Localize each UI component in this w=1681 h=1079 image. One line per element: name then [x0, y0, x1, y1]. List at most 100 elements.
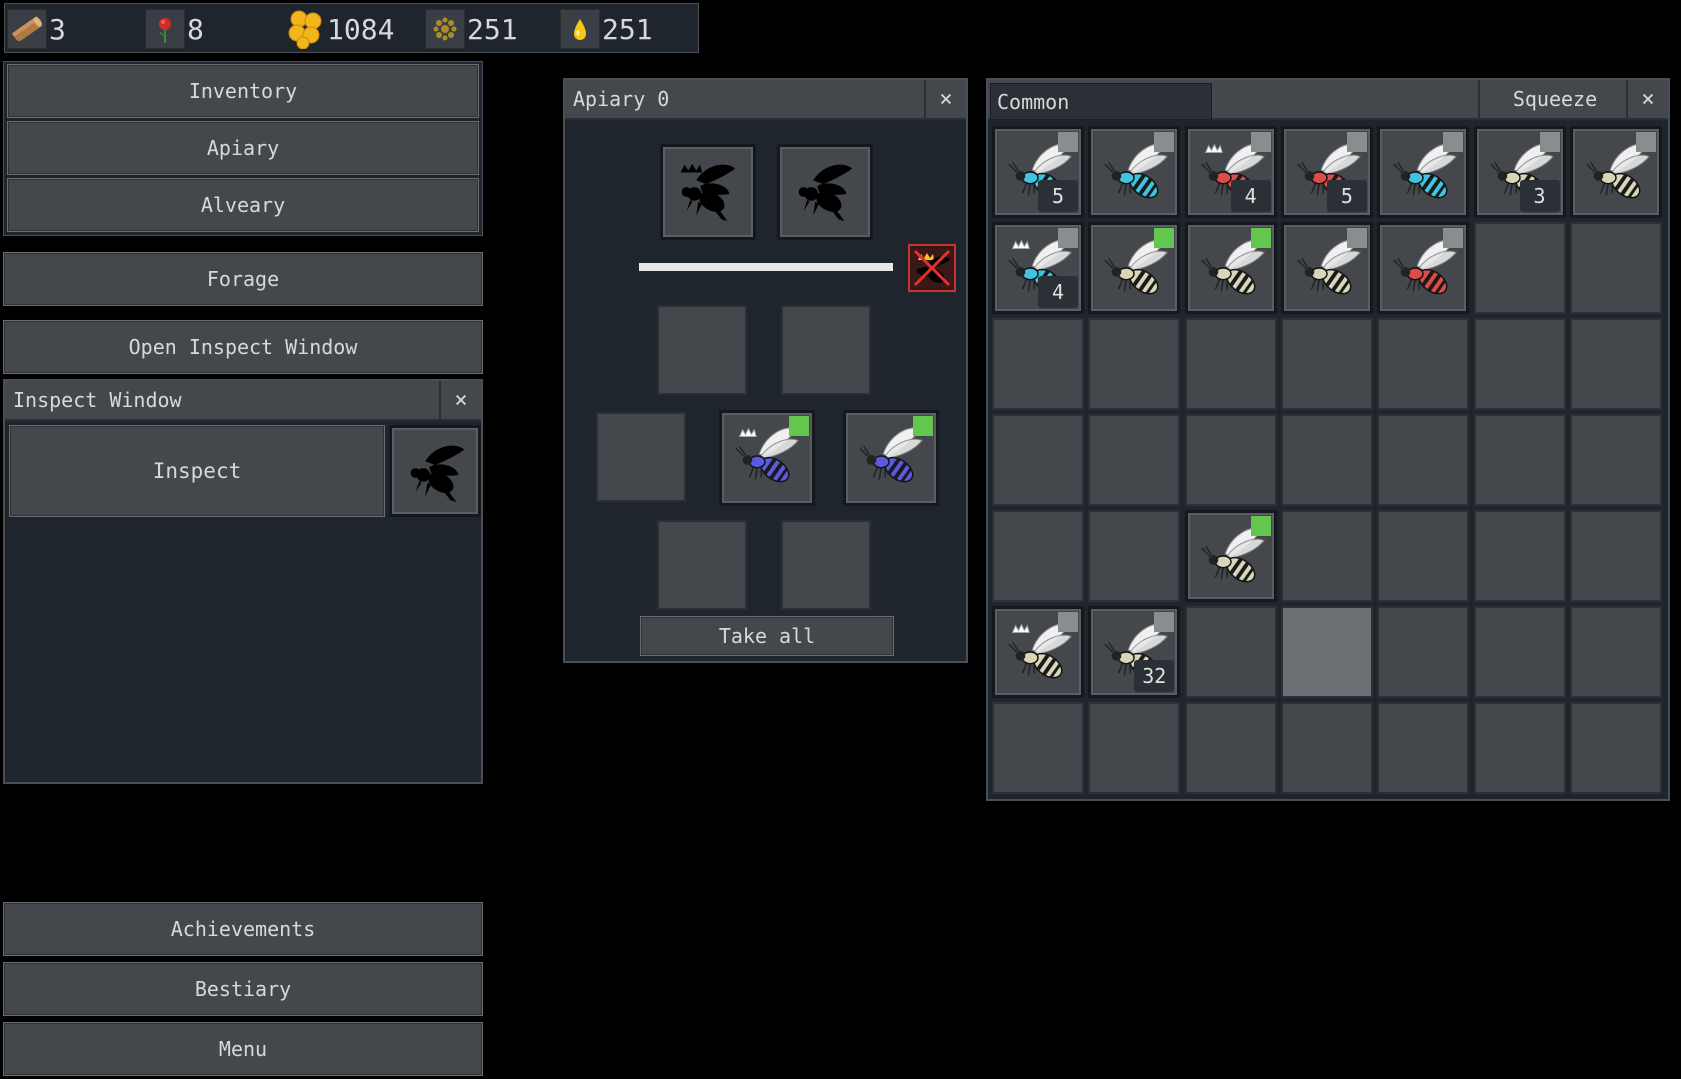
- output-slot[interactable]: [657, 305, 747, 395]
- achievements-button[interactable]: Achievements: [3, 902, 483, 956]
- breeding-progress-fill: [639, 263, 893, 271]
- output-slot[interactable]: [781, 520, 871, 610]
- wood-icon: [7, 9, 47, 49]
- inventory-slot-empty[interactable]: [1569, 414, 1662, 506]
- inventory-slot-plain-drone[interactable]: [1184, 222, 1277, 314]
- output-slot[interactable]: [781, 305, 871, 395]
- apiary-window-title: Apiary 0: [573, 87, 670, 111]
- inventory-slot-empty[interactable]: [1088, 510, 1181, 602]
- nectar-icon: [560, 9, 600, 49]
- inventory-slot-empty[interactable]: [1184, 606, 1277, 698]
- inventory-slot-empty[interactable]: [1569, 510, 1662, 602]
- inventory-slot-empty[interactable]: [1088, 318, 1181, 410]
- seen-tag-icon: [1154, 612, 1175, 632]
- output-slot-drone[interactable]: [843, 410, 939, 506]
- inventory-slot-plain-drone[interactable]: [1088, 222, 1181, 314]
- apiary-button[interactable]: Apiary: [7, 121, 479, 175]
- apiary-window-titlebar[interactable]: Apiary 0: [565, 80, 966, 120]
- inventory-slot-empty[interactable]: [1473, 318, 1566, 410]
- inspect-window-close-button[interactable]: ×: [439, 381, 481, 419]
- inventory-slot-empty[interactable]: [1280, 318, 1373, 410]
- inventory-window-close-button[interactable]: ×: [1626, 80, 1668, 118]
- inventory-slot-red-drone[interactable]: [1377, 222, 1470, 314]
- princess-input-slot[interactable]: [660, 144, 756, 240]
- inventory-slot-empty[interactable]: [1473, 702, 1566, 794]
- inventory-slot-empty[interactable]: [1473, 510, 1566, 602]
- inventory-slot-empty[interactable]: [1569, 318, 1662, 410]
- new-tag-icon: [1250, 228, 1271, 248]
- seen-tag-icon: [1058, 132, 1078, 152]
- filter-input[interactable]: [990, 83, 1212, 120]
- alveary-button[interactable]: Alveary: [7, 178, 479, 232]
- seen-tag-icon: [1346, 228, 1367, 248]
- honeycomb-icon: [285, 9, 325, 49]
- inventory-slot-cyan-drone[interactable]: 5: [992, 126, 1084, 218]
- inventory-slot-empty[interactable]: [992, 414, 1084, 506]
- bestiary-button[interactable]: Bestiary: [3, 962, 483, 1016]
- stack-count: 4: [1038, 276, 1078, 308]
- inventory-slot-plain-drone[interactable]: 3: [1473, 126, 1566, 218]
- inventory-slot-empty[interactable]: [1377, 702, 1470, 794]
- inventory-slot-empty[interactable]: [1184, 702, 1277, 794]
- inventory-slot-red-drone[interactable]: 5: [1280, 126, 1373, 218]
- inventory-slot-empty[interactable]: [1377, 318, 1470, 410]
- drone-silhouette-icon: [798, 164, 853, 222]
- take-all-button[interactable]: Take all: [640, 616, 894, 656]
- new-tag-icon: [1154, 228, 1175, 248]
- stack-count: 3: [1519, 180, 1560, 212]
- inventory-slot-plain-drone[interactable]: [1569, 126, 1662, 218]
- inspect-window-title: Inspect Window: [13, 388, 182, 412]
- inventory-slot-empty[interactable]: [1473, 222, 1566, 314]
- inventory-slot-empty[interactable]: [1569, 222, 1662, 314]
- seen-tag-icon: [1058, 612, 1078, 632]
- building-nav-group: Inventory Apiary Alveary: [3, 61, 483, 236]
- inventory-slot-cyan-drone[interactable]: [1088, 126, 1181, 218]
- flower-count: 8: [187, 12, 204, 46]
- inventory-button[interactable]: Inventory: [7, 64, 479, 118]
- inventory-slot-cyan-princess[interactable]: 4: [992, 222, 1084, 314]
- inventory-slot-empty[interactable]: [1377, 606, 1470, 698]
- inspect-window-titlebar[interactable]: Inspect Window: [5, 381, 481, 421]
- wood-count: 3: [49, 12, 66, 46]
- inspect-slot[interactable]: [389, 425, 481, 517]
- seen-tag-icon: [1539, 132, 1560, 152]
- inventory-grid: 5 4 5 3 4 32: [992, 126, 1668, 798]
- inventory-slot-empty[interactable]: [992, 318, 1084, 410]
- inventory-slot-empty[interactable]: [1280, 702, 1373, 794]
- menu-button[interactable]: Menu: [3, 1022, 483, 1076]
- inventory-slot-empty[interactable]: [1473, 606, 1566, 698]
- inventory-slot-empty[interactable]: [1569, 606, 1662, 698]
- output-slot-princess[interactable]: [719, 410, 815, 506]
- inventory-slot-empty[interactable]: [992, 702, 1084, 794]
- flower-icon: [145, 9, 185, 49]
- inventory-slot-empty[interactable]: [1280, 606, 1373, 698]
- resource-bar: 3 8 1084 251 251: [4, 3, 699, 53]
- open-inspect-window-button[interactable]: Open Inspect Window: [3, 320, 483, 374]
- inspect-button[interactable]: Inspect: [9, 425, 385, 517]
- resource-pollen: 251: [425, 8, 518, 50]
- forage-button[interactable]: Forage: [3, 252, 483, 306]
- inventory-slot-empty[interactable]: [1473, 414, 1566, 506]
- apiary-window-close-button[interactable]: ×: [924, 80, 966, 118]
- drone-input-slot[interactable]: [777, 144, 873, 240]
- inventory-slot-empty[interactable]: [1377, 510, 1470, 602]
- seen-tag-icon: [1443, 132, 1464, 152]
- inventory-slot-empty[interactable]: [1280, 510, 1373, 602]
- inventory-slot-empty[interactable]: [1569, 702, 1662, 794]
- inventory-slot-plain-drone[interactable]: [1184, 510, 1277, 602]
- inventory-slot-plain-princess[interactable]: [992, 606, 1084, 698]
- inventory-slot-empty[interactable]: [1184, 414, 1277, 506]
- inventory-slot-empty[interactable]: [1184, 318, 1277, 410]
- inventory-slot-empty[interactable]: [992, 510, 1084, 602]
- inventory-slot-empty[interactable]: [1377, 414, 1470, 506]
- squeeze-button[interactable]: Squeeze: [1478, 80, 1630, 118]
- inventory-slot-empty[interactable]: [1088, 414, 1181, 506]
- inventory-slot-plain-drone[interactable]: 32: [1088, 606, 1181, 698]
- inventory-slot-empty[interactable]: [1088, 702, 1181, 794]
- inventory-slot-plain-drone[interactable]: [1280, 222, 1373, 314]
- output-slot[interactable]: [596, 412, 686, 502]
- output-slot[interactable]: [657, 520, 747, 610]
- inventory-slot-cyan-drone[interactable]: [1377, 126, 1470, 218]
- inventory-slot-empty[interactable]: [1280, 414, 1373, 506]
- inventory-slot-red-princess[interactable]: 4: [1184, 126, 1277, 218]
